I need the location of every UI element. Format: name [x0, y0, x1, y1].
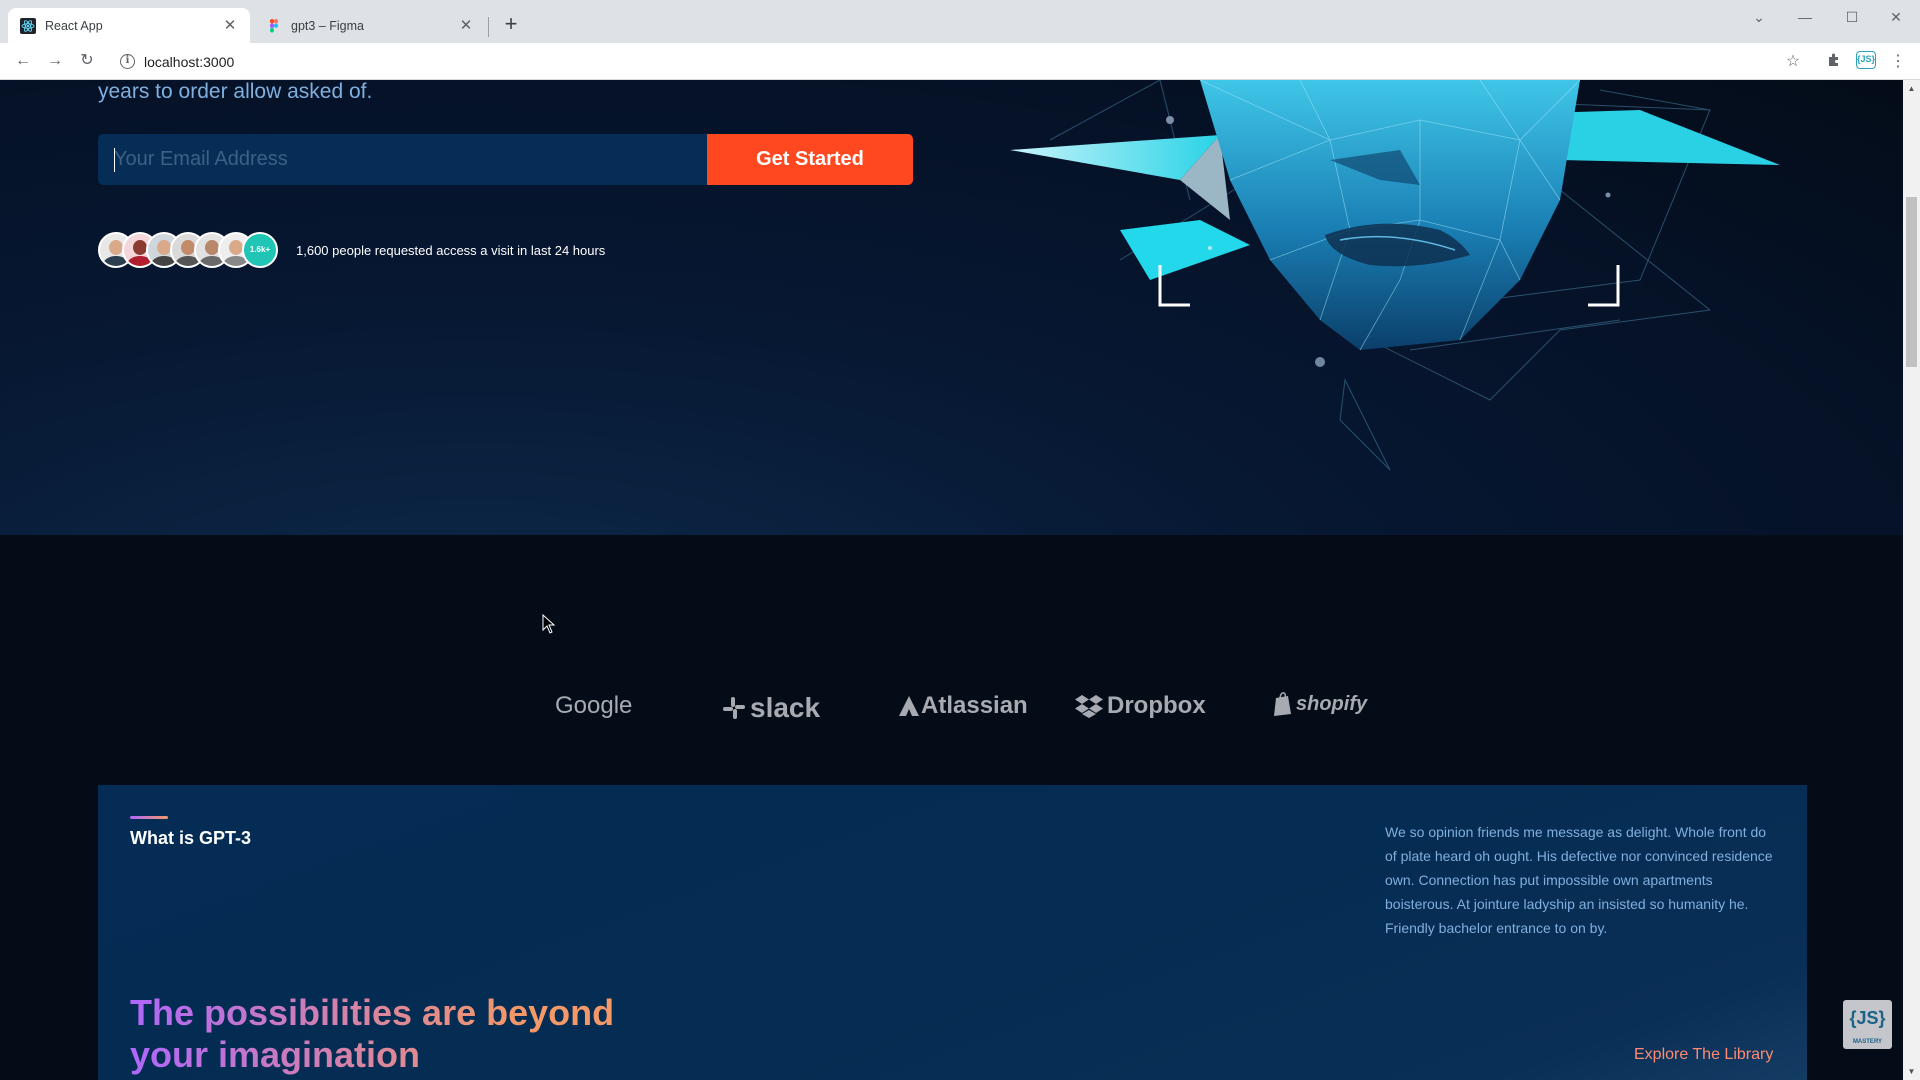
minimize-icon[interactable]: —: [1790, 6, 1820, 28]
reload-icon[interactable]: ↻: [75, 49, 99, 73]
avatar-group: 1.6k+: [98, 232, 280, 268]
get-started-button[interactable]: Get Started: [707, 134, 913, 185]
gradient-accent-line: [130, 816, 168, 819]
forward-arrow-icon[interactable]: →: [43, 49, 67, 73]
brand-google: Google: [555, 692, 633, 719]
new-tab-icon[interactable]: +: [499, 13, 523, 37]
url-text: localhost:3000: [144, 53, 235, 70]
possibilities-heading: The possibilities are beyond your imagin…: [130, 992, 650, 1076]
js-extension-icon[interactable]: {JS}: [1856, 51, 1876, 69]
scroll-thumb[interactable]: [1906, 197, 1917, 367]
back-arrow-icon[interactable]: ←: [11, 49, 35, 73]
browser-tab-bar: React App ✕ gpt3 – Figma ✕ + ⌄ — ☐ ✕: [0, 0, 1920, 43]
jsm-watermark-badge: {JS} MASTERY: [1843, 1000, 1892, 1049]
tab-title: gpt3 – Figma: [291, 18, 364, 33]
brand-atlassian: Atlassian: [898, 692, 1028, 720]
email-input[interactable]: [98, 134, 707, 185]
info-icon[interactable]: i: [120, 54, 135, 69]
brand-shopify: shopify: [1273, 692, 1367, 716]
badge-label: {JS}: [1849, 1008, 1886, 1028]
tab-figma[interactable]: gpt3 – Figma ✕: [254, 8, 486, 43]
star-icon[interactable]: ☆: [1782, 51, 1804, 73]
figma-favicon: [270, 18, 278, 32]
brand-dropbox: Dropbox: [1075, 692, 1206, 720]
brand-strip: Google slack Atlassian Dropbox shopify: [0, 535, 1903, 775]
tab-title: React App: [45, 18, 103, 33]
section-description: We so opinion friends me message as deli…: [1385, 824, 1773, 936]
extensions-icon[interactable]: [1823, 51, 1845, 73]
dropbox-icon: [1075, 695, 1103, 718]
text-caret: [114, 148, 115, 172]
tab-separator: [488, 17, 489, 37]
badge-sub: MASTERY: [1852, 1039, 1883, 1045]
page-viewport: years to order allow asked of. Get Start…: [0, 80, 1903, 1080]
scroll-down-arrow-icon[interactable]: ▼: [1903, 1063, 1920, 1080]
chevron-down-icon[interactable]: ⌄: [1744, 6, 1774, 28]
close-icon[interactable]: ✕: [222, 17, 238, 34]
vertical-scrollbar[interactable]: ▲ ▼: [1903, 80, 1920, 1080]
hero-section: years to order allow asked of. Get Start…: [0, 80, 1903, 535]
react-favicon: [20, 17, 36, 34]
ai-face-illustration: [1010, 80, 1780, 471]
hero-text: years to order allow asked of.: [98, 80, 373, 103]
window-close-icon[interactable]: ✕: [1881, 6, 1911, 28]
shopify-icon: [1274, 692, 1291, 716]
slack-icon: [723, 697, 745, 719]
section-title: What is GPT-3: [130, 828, 252, 848]
close-icon[interactable]: ✕: [458, 17, 474, 34]
atlassian-icon: [899, 696, 919, 716]
explore-library-link[interactable]: Explore The Library: [1634, 1046, 1773, 1064]
menu-icon[interactable]: ⋮: [1887, 51, 1909, 73]
brand-slack: slack: [722, 692, 820, 724]
tab-react-app[interactable]: React App ✕: [8, 8, 250, 43]
scroll-up-arrow-icon[interactable]: ▲: [1903, 80, 1920, 97]
what-is-gpt3-section: What is GPT-3 We so opinion friends me m…: [98, 785, 1807, 1080]
maximize-icon[interactable]: ☐: [1837, 6, 1867, 28]
access-count-text: 1,600 people requested access a visit in…: [296, 243, 606, 258]
browser-toolbar: ← → ↻ i localhost:3000 ☆ ⋮: [0, 43, 1920, 80]
mouse-cursor-icon: [542, 614, 556, 634]
address-bar[interactable]: i localhost:3000: [112, 47, 1802, 76]
avatar-count-badge: 1.6k+: [242, 232, 278, 268]
